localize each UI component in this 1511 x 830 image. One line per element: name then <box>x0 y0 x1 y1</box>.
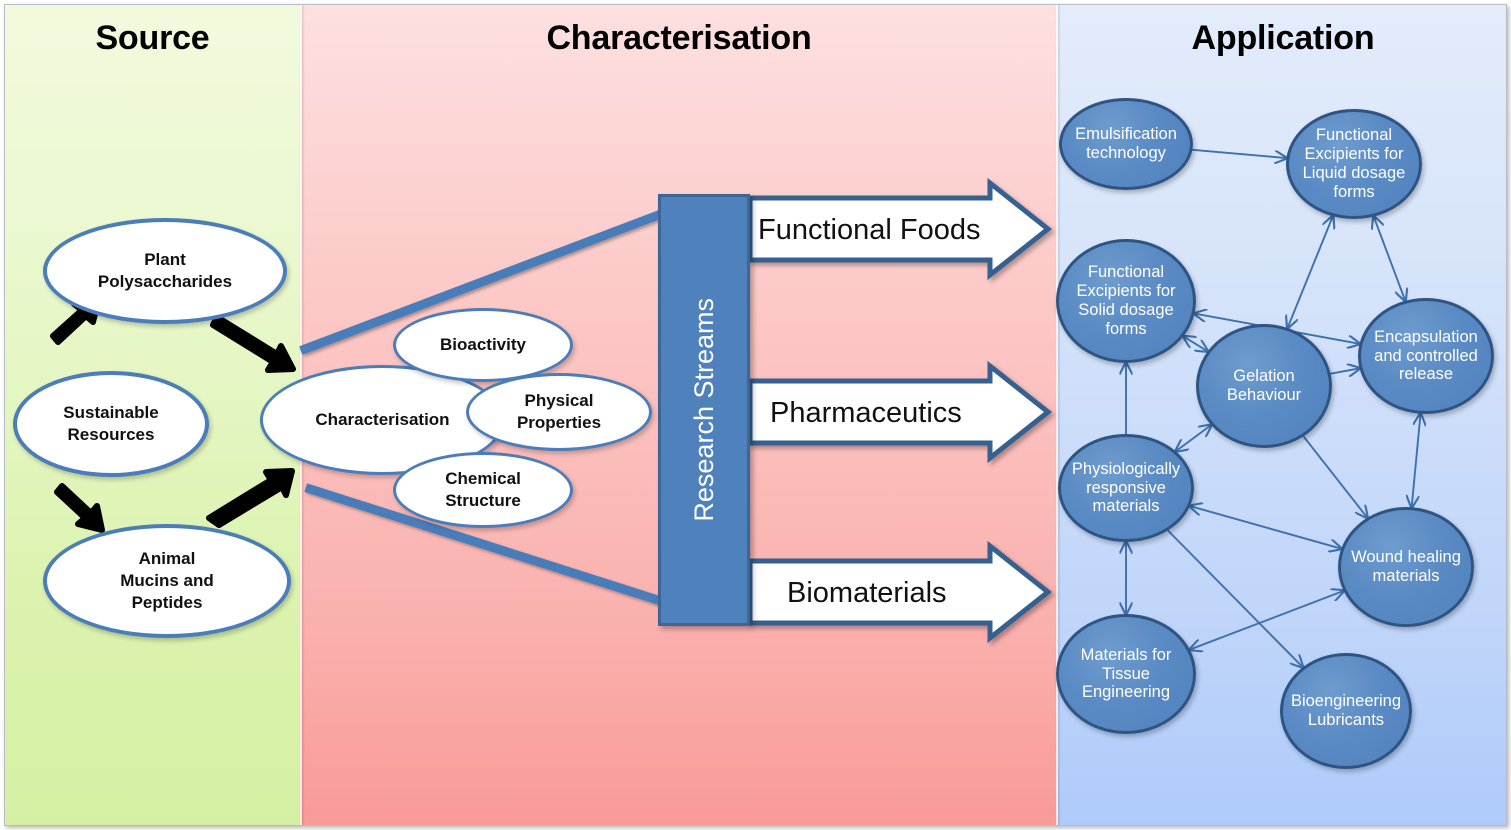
research-streams-bar[interactable]: Research Streams <box>658 194 750 626</box>
application-node-functional-excipients-solid[interactable]: Functional Excipients for Solid dosage f… <box>1056 239 1196 363</box>
characterisation-satellite-physical-properties[interactable]: Physical Properties <box>466 373 652 451</box>
application-node-label: Functional Excipients for Liquid dosage … <box>1302 126 1406 201</box>
column-divider-characterisation-application <box>1056 5 1058 825</box>
application-node-encapsulation-controlled-release[interactable]: Encapsulation and controlled release <box>1358 298 1494 414</box>
satellite-bioactivity-label: Bioactivity <box>440 335 526 355</box>
characterisation-satellite-bioactivity[interactable]: Bioactivity <box>393 308 573 382</box>
application-column-title: Application <box>1191 19 1375 57</box>
stream-label-pharmaceutics: Pharmaceutics <box>770 397 962 429</box>
source-node-plant-polysaccharides[interactable]: Plant Polysaccharides <box>43 218 287 324</box>
application-node-label: Bioengineering Lubricants <box>1290 692 1402 729</box>
source-node-sustainable-resources[interactable]: Sustainable Resources <box>13 371 209 477</box>
application-node-label: Materials for Tissue Engineering <box>1080 645 1172 702</box>
application-node-wound-healing-materials[interactable]: Wound healing materials <box>1338 507 1474 627</box>
source-node-animal-mucins-peptides[interactable]: Animal Mucins and Peptides <box>43 524 291 638</box>
application-node-label: Gelation Behaviour <box>1226 367 1302 404</box>
stream-label-biomaterials: Biomaterials <box>787 577 947 609</box>
application-node-label: Encapsulation and controlled release <box>1374 327 1478 384</box>
source-node-plant-label: Plant Polysaccharides <box>97 250 233 291</box>
diagram-frame: Source Characterisation Application Plan… <box>4 4 1507 826</box>
application-node-bioengineering-lubricants[interactable]: Bioengineering Lubricants <box>1280 653 1412 769</box>
source-node-sustainable-label: Sustainable Resources <box>63 403 159 444</box>
diagram-canvas: Source Characterisation Application Plan… <box>0 0 1511 830</box>
application-node-label: Wound healing materials <box>1351 548 1461 585</box>
satellite-chemical-label: Chemical Structure <box>445 469 521 510</box>
characterisation-hub-label: Characterisation <box>315 410 450 430</box>
satellite-physical-label: Physical Properties <box>516 391 602 432</box>
application-node-materials-tissue-engineering[interactable]: Materials for Tissue Engineering <box>1056 614 1196 734</box>
application-node-functional-excipients-liquid[interactable]: Functional Excipients for Liquid dosage … <box>1286 109 1422 219</box>
application-node-label: Physiologically responsive materials <box>1071 459 1181 516</box>
application-node-label: Emulsification technology <box>1075 125 1177 162</box>
application-node-physiologically-responsive-materials[interactable]: Physiologically responsive materials <box>1058 434 1194 542</box>
application-node-gelation-behaviour[interactable]: Gelation Behaviour <box>1196 324 1332 448</box>
application-node-label: Functional Excipients for Solid dosage f… <box>1076 263 1176 338</box>
source-node-animal-label: Animal Mucins and Peptides <box>120 549 214 612</box>
source-column-title: Source <box>95 19 210 57</box>
characterisation-column-title: Characterisation <box>546 19 812 57</box>
stream-label-functional-foods: Functional Foods <box>758 214 981 246</box>
application-node-emulsification-technology[interactable]: Emulsification technology <box>1059 98 1193 190</box>
characterisation-satellite-chemical-structure[interactable]: Chemical Structure <box>393 452 573 528</box>
research-streams-label: Research Streams <box>688 298 719 522</box>
